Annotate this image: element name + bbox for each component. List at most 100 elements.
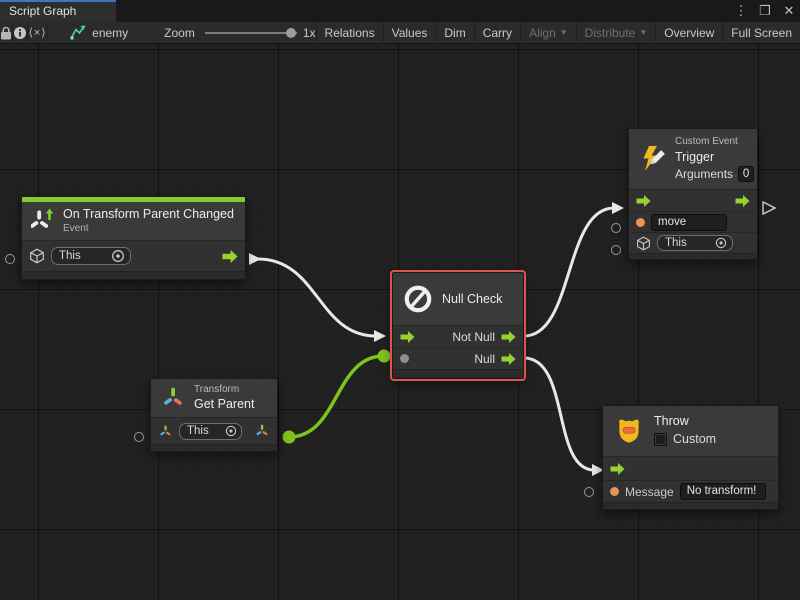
toolbar-buttons: Relations Values Dim Carry Align▼ Distri… [316,22,800,44]
fullscreen-button[interactable]: Full Screen [722,22,800,44]
event-name-field[interactable]: move [651,214,727,231]
code-preview-button[interactable]: ⟨×⟩ [28,22,48,44]
null-check-icon [402,283,434,315]
target-dropdown[interactable]: This [179,423,242,440]
flow-input-arrow-icon[interactable] [636,195,651,207]
object-picker-icon[interactable] [224,424,238,438]
transform-event-icon [31,208,55,234]
distribute-button[interactable]: Distribute▼ [576,22,656,44]
node-on-transform-parent-changed[interactable]: On Transform Parent Changed Event This [21,196,246,280]
node-footer [393,369,523,378]
wire-endpoint-dot [378,350,391,363]
lock-icon [0,26,12,40]
script-graph-window: Script Graph ⋮ ❒ ✕ ⟨×⟩ enemy Zoom 1x [0,0,800,600]
lock-button[interactable] [0,22,13,44]
transform-port-icon[interactable] [158,424,173,439]
flow-port-row [629,189,757,211]
wire-arrowhead-icon [612,202,624,214]
message-label: Message [625,485,674,499]
graph-icon [70,25,86,40]
gameobject-cube-icon [636,236,651,251]
wire-event-to-nullcheck[interactable] [258,259,376,336]
object-picker-icon[interactable] [110,248,126,264]
node-footer [603,502,778,509]
graph-reference[interactable]: enemy [70,25,128,40]
carry-button[interactable]: Carry [474,22,520,44]
value-input-port-icon[interactable] [400,354,409,363]
wire-start-triangle [249,253,261,265]
tab-script-graph[interactable]: Script Graph [0,0,116,22]
port-circle-trigger-target[interactable] [611,245,621,255]
target-dropdown[interactable]: This [51,247,131,265]
node-header: On Transform Parent Changed Event [22,202,245,240]
info-icon [13,26,27,40]
node-title: Trigger [675,150,754,166]
wire-getparent-to-nullcheck[interactable] [289,356,384,437]
custom-checkbox[interactable] [654,433,667,446]
port-circle-getparent-target[interactable] [134,432,144,442]
wire-notnull-to-trigger[interactable] [524,208,614,336]
target-dropdown[interactable]: This [657,235,733,251]
tab-title: Script Graph [9,4,76,18]
close-icon[interactable]: ✕ [782,3,796,19]
flow-input-arrow-icon[interactable] [400,331,415,343]
relations-button[interactable]: Relations [316,22,383,44]
node-subtitle: Event [63,223,234,236]
graph-canvas[interactable]: On Transform Parent Changed Event This [0,44,800,600]
node-get-parent[interactable]: Transform Get Parent This [150,378,278,452]
values-button[interactable]: Values [383,22,436,44]
string-port-icon[interactable] [610,487,619,496]
window-controls: ⋮ ❒ ✕ [734,0,796,22]
port-circle-event-target[interactable] [5,254,15,264]
port-circle-throw-message[interactable] [584,487,594,497]
port-row: This [151,417,277,444]
menu-icon[interactable]: ⋮ [734,3,748,19]
flow-input-arrow-icon[interactable] [610,463,625,475]
zoom-slider[interactable] [205,32,297,34]
maximize-icon[interactable]: ❒ [758,3,772,19]
unconnected-flow-port-icon[interactable] [763,202,775,214]
graph-name: enemy [92,26,128,40]
port-row-message: Message No transform! [603,480,778,502]
port-row-not-null: Not Null [393,325,523,347]
info-button[interactable] [13,22,28,44]
object-picker-icon[interactable] [714,236,728,250]
wire-endpoint-dot [283,431,296,444]
flow-output-arrow-icon[interactable] [501,331,516,343]
flow-output-arrow-icon[interactable] [501,353,516,365]
node-header: Custom Event Trigger Arguments 0 [629,129,757,189]
zoom-slider-knob[interactable] [286,28,296,38]
node-header: Transform Get Parent [151,379,277,417]
node-footer [22,271,245,279]
flow-output-arrow-icon[interactable] [222,250,238,263]
node-null-check[interactable]: Null Check Not Null Null [392,272,524,379]
node-title: On Transform Parent Changed [63,207,234,223]
zoom-label: Zoom [164,26,195,40]
not-null-label: Not Null [452,330,495,344]
arguments-field[interactable]: 0 [738,166,754,182]
message-field[interactable]: No transform! [680,483,766,500]
dim-button[interactable]: Dim [435,22,473,44]
zoom-control: Zoom 1x [164,26,315,40]
string-port-icon[interactable] [636,218,645,227]
gameobject-cube-icon [29,248,45,264]
node-throw[interactable]: Throw Custom Message No transform! [602,405,779,510]
zoom-value: 1x [303,26,316,40]
port-row: This [629,232,757,253]
port-circle-trigger-name[interactable] [611,223,621,233]
throw-error-icon [612,415,646,447]
flow-output-arrow-icon[interactable] [735,195,750,207]
node-title: Get Parent [194,397,254,413]
null-label: Null [474,352,495,366]
node-footer [151,444,277,451]
transform-output-port-icon[interactable] [254,423,270,439]
overview-button[interactable]: Overview [655,22,722,44]
code-icon: ⟨×⟩ [29,26,47,39]
node-custom-event-trigger[interactable]: Custom Event Trigger Arguments 0 [628,128,758,260]
node-category: Transform [194,384,254,397]
port-row-null: Null [393,347,523,369]
node-header: Throw Custom [603,406,778,456]
wire-null-to-throw[interactable] [524,358,594,470]
align-button[interactable]: Align▼ [520,22,576,44]
node-footer [629,253,757,259]
